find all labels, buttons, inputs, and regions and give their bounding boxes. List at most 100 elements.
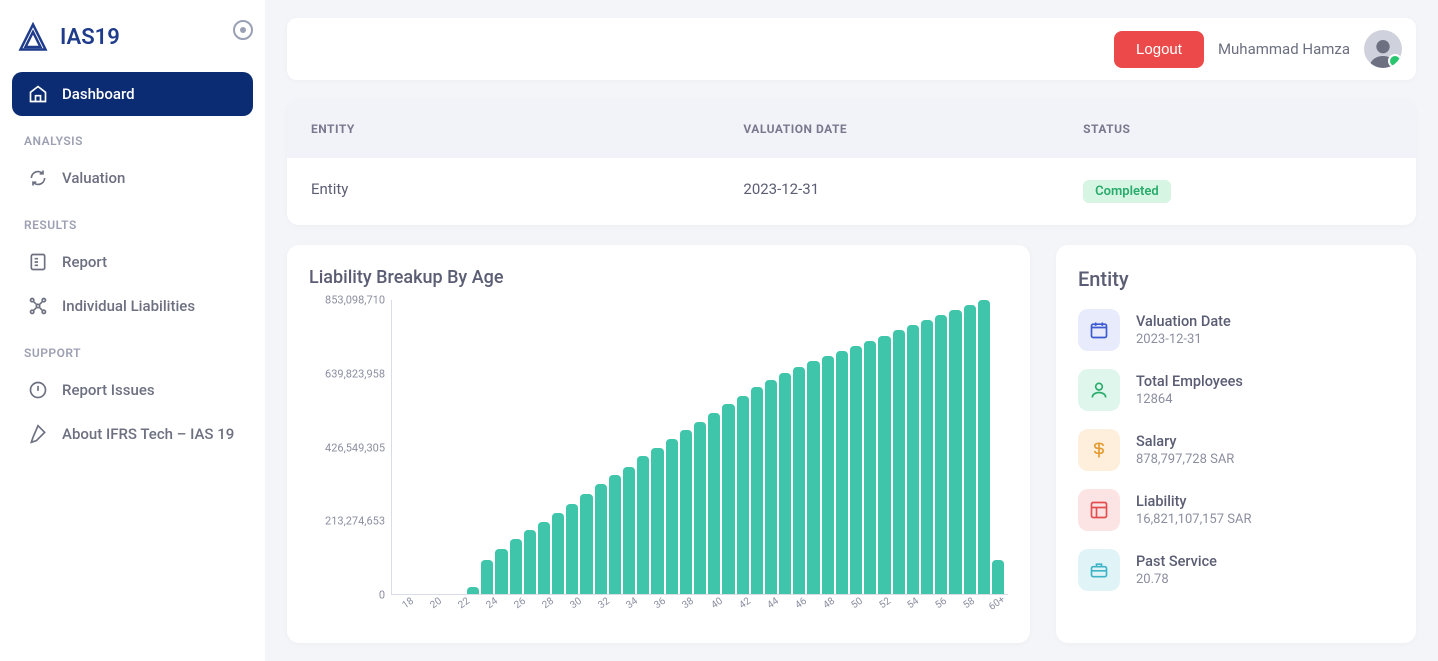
y-tick-label: 426,549,305 xyxy=(325,441,385,454)
entity-panel-title: Entity xyxy=(1078,267,1394,291)
chart-title: Liability Breakup By Age xyxy=(309,267,1008,288)
chart-bar xyxy=(722,404,734,594)
chart-bar xyxy=(694,422,706,594)
logout-button[interactable]: Logout xyxy=(1114,31,1204,68)
collapse-sidebar-button[interactable] xyxy=(233,20,253,40)
refresh-icon xyxy=(28,168,48,188)
user-icon xyxy=(1078,369,1120,411)
chart-bar xyxy=(524,530,536,594)
chart-bar xyxy=(893,330,905,594)
stat-label: Total Employees xyxy=(1136,373,1243,390)
sidebar-item-label: Dashboard xyxy=(62,85,135,103)
logo-icon xyxy=(18,22,48,52)
y-tick-label: 213,274,653 xyxy=(325,515,385,528)
sidebar-item-label: Valuation xyxy=(62,169,125,187)
sidebar-item-about[interactable]: About IFRS Tech – IAS 19 xyxy=(12,412,253,456)
logo: IAS19 xyxy=(12,12,253,72)
chart-plot xyxy=(391,300,1008,595)
briefcase-icon xyxy=(1078,549,1120,591)
chart-bar xyxy=(637,456,649,594)
report-icon xyxy=(28,252,48,272)
sidebar-item-valuation[interactable]: Valuation xyxy=(12,156,253,200)
cell-entity: Entity xyxy=(311,180,743,203)
calendar-icon xyxy=(1078,309,1120,351)
chart-x-axis: 1820222426283032343638404244464850525456… xyxy=(309,595,1008,625)
alert-icon xyxy=(28,380,48,400)
y-tick-label: 639,823,958 xyxy=(325,367,385,380)
chart-bar xyxy=(495,549,507,594)
sidebar-item-label: Individual Liabilities xyxy=(62,297,195,315)
sidebar-item-individual-liabilities[interactable]: Individual Liabilities xyxy=(12,284,253,328)
nodes-icon xyxy=(28,296,48,316)
chart-bar xyxy=(850,346,862,594)
username: Muhammad Hamza xyxy=(1218,40,1350,58)
chart-bar xyxy=(779,373,791,594)
y-tick-label: 853,098,710 xyxy=(325,294,385,307)
avatar[interactable] xyxy=(1364,30,1402,68)
sidebar-item-dashboard[interactable]: Dashboard xyxy=(12,72,253,116)
chart-bar xyxy=(623,467,635,595)
col-valuation-date: VALUATION DATE xyxy=(743,122,1083,136)
pen-icon xyxy=(28,424,48,444)
chart-bar xyxy=(807,361,819,594)
cell-valuation-date: 2023-12-31 xyxy=(743,180,1083,203)
chart-bar xyxy=(964,305,976,594)
x-tick-label: 60+ xyxy=(983,591,1021,628)
stat-past-service: Past Service 20.78 xyxy=(1078,549,1394,591)
sidebar-item-label: About IFRS Tech – IAS 19 xyxy=(62,425,234,443)
chart-bar xyxy=(538,522,550,594)
chart-bar xyxy=(737,396,749,594)
chart-bar xyxy=(935,315,947,594)
home-icon xyxy=(28,84,48,104)
chart-bar xyxy=(566,504,578,594)
stat-value: 878,797,728 SAR xyxy=(1136,452,1234,467)
chart-bar xyxy=(992,560,1004,594)
stat-salary: Salary 878,797,728 SAR xyxy=(1078,429,1394,471)
entity-panel: Entity Valuation Date 2023-12-31 Total E… xyxy=(1056,245,1416,643)
chart-bar xyxy=(510,539,522,594)
chart-bar xyxy=(595,484,607,594)
chart-bar xyxy=(978,300,990,594)
stat-label: Salary xyxy=(1136,433,1234,450)
chart-bar xyxy=(921,320,933,594)
stat-label: Past Service xyxy=(1136,553,1217,570)
chart-bar xyxy=(822,356,834,594)
chart-bar xyxy=(651,448,663,594)
summary-table: ENTITY VALUATION DATE STATUS Entity 2023… xyxy=(287,100,1416,225)
stat-label: Liability xyxy=(1136,493,1251,510)
sidebar-item-label: Report xyxy=(62,253,107,271)
chart-bar xyxy=(765,380,777,594)
dollar-icon xyxy=(1078,429,1120,471)
stat-liability: Liability 16,821,107,157 SAR xyxy=(1078,489,1394,531)
chart-bar xyxy=(680,430,692,594)
chart-bar xyxy=(878,336,890,594)
stat-value: 2023-12-31 xyxy=(1136,332,1231,347)
cell-status: Completed xyxy=(1083,180,1392,203)
stat-value: 16,821,107,157 SAR xyxy=(1136,512,1251,527)
chart-bar xyxy=(864,341,876,594)
table-row[interactable]: Entity 2023-12-31 Completed xyxy=(287,158,1416,225)
col-entity: ENTITY xyxy=(311,122,743,136)
status-badge: Completed xyxy=(1083,180,1171,203)
chart-bar xyxy=(708,413,720,594)
layout-icon xyxy=(1078,489,1120,531)
chart-bars xyxy=(392,300,1008,594)
chart-bar xyxy=(949,310,961,594)
sidebar-section-support: SUPPORT xyxy=(12,328,253,368)
stat-valuation-date: Valuation Date 2023-12-31 xyxy=(1078,309,1394,351)
sidebar-item-report[interactable]: Report xyxy=(12,240,253,284)
topbar: Logout Muhammad Hamza xyxy=(287,18,1416,80)
chart-y-axis: 0213,274,653426,549,305639,823,958853,09… xyxy=(309,300,391,595)
chart-bar xyxy=(552,513,564,594)
stat-value: 20.78 xyxy=(1136,572,1217,587)
sidebar-item-label: Report Issues xyxy=(62,381,155,399)
chart-bar xyxy=(609,475,621,594)
sidebar-item-report-issues[interactable]: Report Issues xyxy=(12,368,253,412)
chart-bar xyxy=(580,494,592,594)
table-header-row: ENTITY VALUATION DATE STATUS xyxy=(287,100,1416,158)
stat-total-employees: Total Employees 12864 xyxy=(1078,369,1394,411)
col-status: STATUS xyxy=(1083,122,1392,136)
person-icon xyxy=(1367,36,1399,68)
chart-bar xyxy=(666,439,678,594)
liability-chart-card: Liability Breakup By Age 0213,274,653426… xyxy=(287,245,1030,643)
